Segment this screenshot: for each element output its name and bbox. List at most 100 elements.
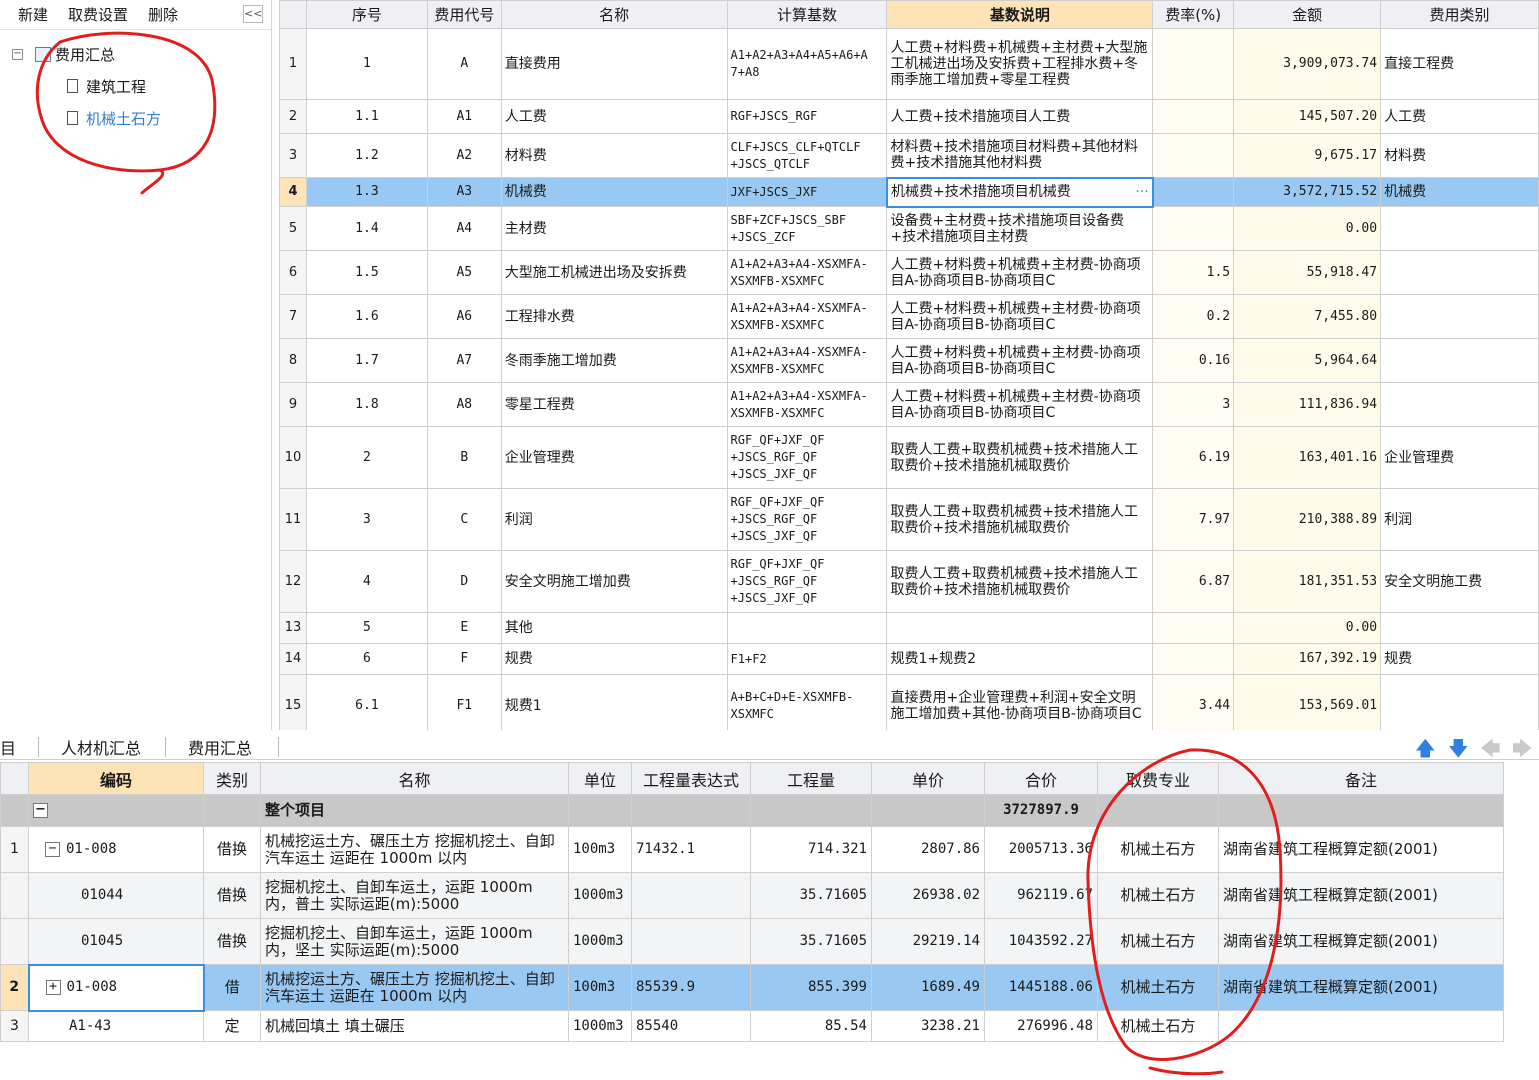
seq-cell[interactable]: 1.5 [305, 250, 428, 295]
price-cell[interactable]: 29219.14 [871, 918, 985, 965]
desc-cell[interactable]: 人工费+材料费+机械费+主材费-协商项目A-协商项目B-协商项目C [886, 338, 1154, 383]
seq-cell[interactable]: 6.1 [305, 674, 428, 730]
category-cell[interactable]: 安全文明施工费 [1380, 550, 1539, 613]
fee-row[interactable]: 14 6 F 规费 F1+F2 规费1+规费2 167,392.19 规费 [279, 643, 1539, 675]
new-button[interactable]: 新建 [18, 4, 48, 25]
name-cell[interactable]: 挖掘机挖土、自卸车运土，运距 1000m 内，普土 实际运距(m):5000 [260, 872, 569, 919]
type-cell[interactable]: 借 [203, 964, 261, 1011]
desc-cell[interactable]: 人工费+材料费+机械费+主材费-协商项目A-协商项目B-协商项目C [886, 294, 1154, 339]
name-cell[interactable]: 人工费 [500, 99, 728, 134]
row-index[interactable]: 1 [279, 28, 307, 100]
column-header[interactable]: 费率(%) [1152, 0, 1235, 29]
fee-row[interactable]: 1 1 A 直接费用 A1+A2+A3+A4+A5+A6+A 7+A8 人工费+材料费+机… [279, 28, 1539, 100]
column-header[interactable]: 编码 [28, 762, 204, 795]
remark-cell[interactable] [1218, 1010, 1504, 1042]
tree-item-building[interactable]: 建筑工程 [12, 70, 271, 102]
seq-cell[interactable]: 1.2 [305, 133, 428, 178]
rate-cell[interactable] [1152, 643, 1235, 675]
category-cell[interactable] [1380, 674, 1539, 730]
prof-cell[interactable]: 机械土石方 [1097, 872, 1219, 919]
item-row[interactable]: 3 A1-43 定机械回填土 填土碾压 1000m3 85540 85.54 3238.21… [0, 1010, 1504, 1042]
category-cell[interactable] [1380, 250, 1539, 295]
seq-cell[interactable]: 1.7 [305, 338, 428, 383]
column-header[interactable]: 单价 [871, 762, 985, 795]
expr-cell[interactable] [631, 872, 751, 919]
rate-cell[interactable]: 3.44 [1152, 674, 1235, 730]
unit-cell[interactable]: 1000m3 [568, 872, 632, 919]
rate-cell[interactable]: 7.97 [1152, 488, 1235, 551]
seq-cell[interactable]: 6 [305, 643, 428, 675]
fee-settings-button[interactable]: 取费设置 [68, 4, 128, 25]
category-cell[interactable]: 规费 [1380, 643, 1539, 675]
column-header[interactable]: 备注 [1218, 762, 1504, 795]
code-cell[interactable]: +01-008 [27, 963, 205, 1012]
amount-cell[interactable]: 0.00 [1233, 206, 1382, 251]
column-header[interactable]: 金额 [1233, 0, 1382, 29]
code-cell[interactable]: −01-008 [28, 826, 204, 873]
category-cell[interactable] [1380, 612, 1539, 644]
code-cell[interactable]: A1 [426, 99, 502, 134]
prof-cell[interactable]: 机械土石方 [1097, 826, 1219, 873]
price-cell[interactable]: 1689.49 [871, 964, 985, 1011]
base-cell[interactable]: A1+A2+A3+A4-XSXMFA- XSXMFB-XSXMFC [726, 382, 888, 427]
base-cell[interactable]: RGF_QF+JXF_QF +JSCS_RGF_QF +JSCS_JXF_QF [726, 550, 888, 613]
category-cell[interactable] [1380, 206, 1539, 251]
name-cell[interactable]: 大型施工机械进出场及安拆费 [500, 250, 728, 295]
base-cell[interactable]: RGF+JSCS_RGF [726, 99, 888, 134]
price-cell[interactable]: 3238.21 [871, 1010, 985, 1042]
type-cell[interactable]: 定 [203, 1010, 261, 1042]
base-cell[interactable]: JXF+JSCS_JXF [726, 177, 888, 207]
desc-cell[interactable]: 设备费+主材费+技术措施项目设备费+技术措施项目主材费 [886, 206, 1154, 251]
prof-cell[interactable]: 机械土石方 [1097, 918, 1219, 965]
category-cell[interactable]: 材料费 [1380, 133, 1539, 178]
seq-cell[interactable]: 5 [305, 612, 428, 644]
row-index[interactable]: 4 [279, 177, 307, 207]
amount-cell[interactable]: 5,964.64 [1233, 338, 1382, 383]
code-cell[interactable]: D [426, 550, 502, 613]
base-cell[interactable]: A1+A2+A3+A4-XSXMFA- XSXMFB-XSXMFC [726, 294, 888, 339]
base-cell[interactable]: F1+F2 [726, 643, 888, 675]
category-cell[interactable]: 人工费 [1380, 99, 1539, 134]
desc-cell[interactable]: 直接费用+企业管理费+利润+安全文明施工增加费+其他-协商项目B-协商项目C [886, 674, 1154, 730]
tab-labor-material[interactable]: 人材机汇总 [61, 735, 141, 759]
base-cell[interactable] [726, 612, 888, 644]
code-cell[interactable]: A4 [426, 206, 502, 251]
row-index[interactable]: 15 [279, 674, 307, 730]
row-index[interactable]: 13 [279, 612, 307, 644]
code-cell[interactable]: A6 [426, 294, 502, 339]
amount-cell[interactable]: 163,401.16 [1233, 426, 1382, 489]
expand-box-icon[interactable]: + [45, 979, 61, 995]
row-index[interactable]: 14 [279, 643, 307, 675]
code-cell[interactable]: B [426, 426, 502, 489]
fee-row[interactable]: 13 5 E 其他 0.00 [279, 612, 1539, 644]
unit-cell[interactable]: 1000m3 [568, 1010, 632, 1042]
fee-row[interactable]: 12 4 D 安全文明施工增加费 RGF_QF+JXF_QF +JSCS_RGF_QF … [279, 550, 1539, 613]
code-cell[interactable]: F1 [426, 674, 502, 730]
item-row[interactable]: 01044 借换 挖掘机挖土、自卸车运土，运距 1000m 内，普土 实际运距(m)… [0, 872, 1504, 919]
expr-cell[interactable]: 85540 [631, 1010, 751, 1042]
type-cell[interactable]: 借换 [203, 872, 261, 919]
column-header[interactable]: 工程量表达式 [631, 762, 751, 795]
code-cell[interactable]: A3 [426, 177, 502, 207]
column-header[interactable]: 计算基数 [726, 0, 888, 29]
seq-cell[interactable]: 3 [305, 488, 428, 551]
total-cell[interactable]: 2005713.36 [984, 826, 1098, 873]
amount-cell[interactable]: 210,388.89 [1233, 488, 1382, 551]
total-cell[interactable]: 962119.67 [984, 872, 1098, 919]
rate-cell[interactable]: 6.19 [1152, 426, 1235, 489]
rate-cell[interactable]: 1.5 [1152, 250, 1235, 295]
rate-cell[interactable]: 6.87 [1152, 550, 1235, 613]
price-cell[interactable]: 26938.02 [871, 872, 985, 919]
code-cell[interactable]: A8 [426, 382, 502, 427]
collapse-icon[interactable]: << [243, 5, 263, 23]
expr-cell[interactable]: 71432.1 [631, 826, 751, 873]
qty-cell[interactable]: 35.71605 [750, 918, 872, 965]
column-header[interactable]: 费用代号 [426, 0, 502, 29]
row-index[interactable]: 2 [279, 99, 307, 134]
column-header[interactable]: 名称 [500, 0, 728, 29]
fee-row[interactable]: 3 1.2 A2 材料费 CLF+JSCS_CLF+QTCLF +JSCS_QTCLF 材… [279, 133, 1539, 178]
unit-cell[interactable]: 100m3 [568, 964, 632, 1011]
name-cell[interactable]: 利润 [500, 488, 728, 551]
name-cell[interactable]: 机械费 [500, 177, 728, 207]
qty-cell[interactable]: 35.71605 [750, 872, 872, 919]
